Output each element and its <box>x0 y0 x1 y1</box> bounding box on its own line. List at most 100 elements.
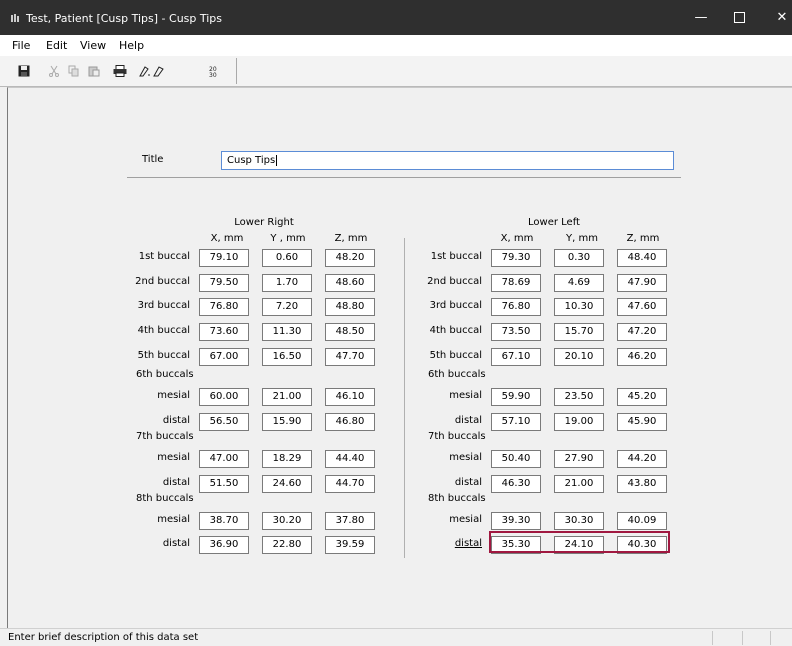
cut-icon <box>49 65 59 77</box>
menu-bar: File Edit View Help <box>0 35 792 56</box>
lower-right-z-field[interactable]: 47.70 <box>325 348 375 366</box>
lower-left-header: Lower Left <box>528 217 580 228</box>
menu-file[interactable]: File <box>12 39 30 52</box>
status-divider <box>742 631 743 645</box>
lower-left-x-field[interactable]: 79.30 <box>491 249 541 267</box>
lower-right-y-field[interactable]: 7.20 <box>262 298 312 316</box>
row-label: distal <box>454 415 482 426</box>
lower-left-y-field[interactable]: 27.90 <box>554 450 604 468</box>
lower-right-y-field[interactable]: 21.00 <box>262 388 312 406</box>
col-z-header: Z, mm <box>334 233 368 244</box>
lower-right-x-field[interactable]: 79.10 <box>199 249 249 267</box>
zoom-button[interactable]: 20 30 <box>204 63 220 79</box>
lower-right-y-field[interactable]: 0.60 <box>262 249 312 267</box>
col-x-header: X, mm <box>210 233 244 244</box>
lower-left-z-field[interactable]: 47.90 <box>617 274 667 292</box>
title-bar: Test, Patient [Cusp Tips] - Cusp Tips — … <box>0 0 792 35</box>
lower-left-y-field[interactable]: 0.30 <box>554 249 604 267</box>
lower-right-z-field[interactable]: 39.59 <box>325 536 375 554</box>
lower-left-z-field[interactable]: 45.90 <box>617 413 667 431</box>
lower-right-z-field[interactable]: 48.80 <box>325 298 375 316</box>
row-label: 2nd buccal <box>427 276 482 287</box>
app-icon <box>11 14 19 22</box>
row-label: distal <box>162 538 190 549</box>
paste-button[interactable] <box>86 63 102 79</box>
lower-left-z-field[interactable]: 43.80 <box>617 475 667 493</box>
cut-button[interactable] <box>46 63 62 79</box>
lower-left-x-field[interactable]: 57.10 <box>491 413 541 431</box>
lower-left-y-field[interactable]: 21.00 <box>554 475 604 493</box>
print-icon <box>113 65 127 77</box>
lower-left-z-field[interactable]: 40.09 <box>617 512 667 530</box>
maximize-icon <box>733 12 745 23</box>
group-label: 8th buccals <box>428 493 486 504</box>
lower-right-x-field[interactable]: 47.00 <box>199 450 249 468</box>
col-y-header: Y , mm <box>270 233 306 244</box>
print-button[interactable] <box>112 63 128 79</box>
lower-left-y-field[interactable]: 10.30 <box>554 298 604 316</box>
maximize-button[interactable] <box>716 0 762 35</box>
svg-text:30: 30 <box>209 72 217 78</box>
lower-left-z-field[interactable]: 47.60 <box>617 298 667 316</box>
menu-help[interactable]: Help <box>119 39 144 52</box>
lower-right-z-field[interactable]: 44.70 <box>325 475 375 493</box>
lower-right-x-field[interactable]: 56.50 <box>199 413 249 431</box>
lower-right-x-field[interactable]: 73.60 <box>199 323 249 341</box>
lower-right-y-field[interactable]: 15.90 <box>262 413 312 431</box>
lower-right-y-field[interactable]: 1.70 <box>262 274 312 292</box>
lower-right-z-field[interactable]: 46.80 <box>325 413 375 431</box>
lower-right-y-field[interactable]: 18.29 <box>262 450 312 468</box>
lower-left-x-field[interactable]: 67.10 <box>491 348 541 366</box>
title-input-value: Cusp Tips <box>227 155 276 166</box>
save-icon <box>18 65 30 77</box>
lower-right-x-field[interactable]: 67.00 <box>199 348 249 366</box>
lower-left-z-field[interactable]: 44.20 <box>617 450 667 468</box>
lower-right-x-field[interactable]: 38.70 <box>199 512 249 530</box>
lower-left-z-field[interactable]: 45.20 <box>617 388 667 406</box>
lower-left-x-field[interactable]: 78.69 <box>491 274 541 292</box>
lower-right-y-field[interactable]: 24.60 <box>262 475 312 493</box>
row-label: distal <box>454 477 482 488</box>
lower-right-y-field[interactable]: 30.20 <box>262 512 312 530</box>
lower-right-x-field[interactable]: 76.80 <box>199 298 249 316</box>
title-input[interactable]: Cusp Tips <box>221 151 674 170</box>
close-button[interactable]: ✕ <box>759 0 792 35</box>
edit-tools-button[interactable] <box>138 63 172 79</box>
lower-left-x-field[interactable]: 46.30 <box>491 475 541 493</box>
lower-right-x-field[interactable]: 36.90 <box>199 536 249 554</box>
menu-view[interactable]: View <box>80 39 106 52</box>
row-label: 3rd buccal <box>137 300 190 311</box>
lower-left-y-field[interactable]: 19.00 <box>554 413 604 431</box>
lower-left-x-field[interactable]: 73.50 <box>491 323 541 341</box>
lower-left-z-field[interactable]: 46.20 <box>617 348 667 366</box>
lower-right-z-field[interactable]: 37.80 <box>325 512 375 530</box>
lower-right-z-field[interactable]: 48.60 <box>325 274 375 292</box>
lower-right-x-field[interactable]: 60.00 <box>199 388 249 406</box>
lower-right-y-field[interactable]: 16.50 <box>262 348 312 366</box>
lower-right-z-field[interactable]: 48.50 <box>325 323 375 341</box>
lower-left-y-field[interactable]: 20.10 <box>554 348 604 366</box>
lower-right-z-field[interactable]: 46.10 <box>325 388 375 406</box>
save-button[interactable] <box>16 63 32 79</box>
lower-right-y-field[interactable]: 11.30 <box>262 323 312 341</box>
lower-left-x-field[interactable]: 59.90 <box>491 388 541 406</box>
lower-left-z-field[interactable]: 47.20 <box>617 323 667 341</box>
lower-right-z-field[interactable]: 44.40 <box>325 450 375 468</box>
lower-left-y-field[interactable]: 23.50 <box>554 388 604 406</box>
copy-button[interactable] <box>66 63 82 79</box>
lower-left-y-field[interactable]: 30.30 <box>554 512 604 530</box>
lower-left-y-field[interactable]: 15.70 <box>554 323 604 341</box>
lower-left-x-field[interactable]: 76.80 <box>491 298 541 316</box>
lower-right-y-field[interactable]: 22.80 <box>262 536 312 554</box>
lower-right-x-field[interactable]: 79.50 <box>199 274 249 292</box>
group-label: 6th buccals <box>136 369 194 380</box>
col-x-header: X, mm <box>500 233 534 244</box>
lower-left-z-field[interactable]: 48.40 <box>617 249 667 267</box>
lower-right-z-field[interactable]: 48.20 <box>325 249 375 267</box>
row-label: 5th buccal <box>137 350 190 361</box>
lower-left-x-field[interactable]: 50.40 <box>491 450 541 468</box>
menu-edit[interactable]: Edit <box>46 39 67 52</box>
lower-left-y-field[interactable]: 4.69 <box>554 274 604 292</box>
lower-left-x-field[interactable]: 39.30 <box>491 512 541 530</box>
lower-right-x-field[interactable]: 51.50 <box>199 475 249 493</box>
